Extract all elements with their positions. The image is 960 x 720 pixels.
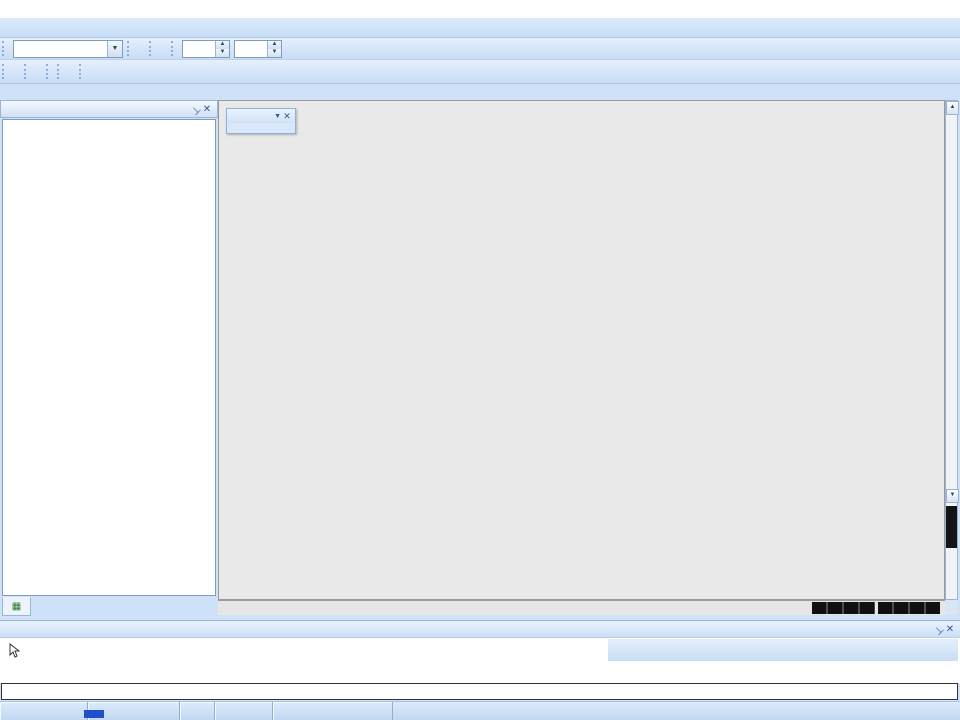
snap-toolbar bbox=[608, 639, 958, 661]
close-icon[interactable]: ✕ bbox=[281, 111, 293, 122]
scale-spinner[interactable]: ▲▼ bbox=[182, 40, 230, 58]
view-toolbox[interactable]: ▼ ✕ bbox=[226, 108, 296, 134]
strip-scroll-right[interactable] bbox=[798, 602, 811, 615]
menubaum-panel-header[interactable]: ⊤ ✕ bbox=[0, 100, 218, 118]
view-toolbox-header[interactable]: ▼ ✕ bbox=[227, 109, 295, 123]
status-plane[interactable] bbox=[215, 702, 273, 720]
toolbar-overflow[interactable] bbox=[33, 62, 44, 82]
toolbar-overflow[interactable] bbox=[11, 62, 22, 82]
status-bar bbox=[0, 701, 960, 720]
count-spinner[interactable]: ▲▼ bbox=[234, 40, 282, 58]
toolbar-grip[interactable] bbox=[2, 41, 9, 56]
standard-toolbar: ▼ ▲▼ ▲▼ bbox=[0, 38, 960, 60]
modelling-toolbar bbox=[0, 60, 960, 84]
project-selector-combobox[interactable]: ▼ bbox=[13, 40, 123, 58]
status-progress-indicator bbox=[84, 710, 104, 718]
scrollbar-corner bbox=[945, 600, 958, 615]
scroll-up-icon[interactable]: ▲ bbox=[946, 101, 959, 115]
spinner-down-icon[interactable]: ▼ bbox=[216, 49, 229, 57]
toolbar-grip[interactable] bbox=[46, 64, 53, 79]
toolbar-grip[interactable] bbox=[24, 64, 31, 79]
vertical-scrollbar[interactable]: ▲ ▼ bbox=[945, 100, 958, 600]
combobox-dropdown-icon[interactable]: ▼ bbox=[107, 41, 122, 57]
toolbar-grip[interactable] bbox=[171, 41, 178, 56]
toolbar-overflow[interactable] bbox=[66, 62, 77, 82]
horizontal-scrollbar-block[interactable] bbox=[812, 602, 875, 614]
spinner-up-icon[interactable]: ▲ bbox=[216, 41, 229, 49]
toolbar-grip[interactable] bbox=[79, 64, 86, 79]
status-state bbox=[273, 702, 393, 720]
status-units[interactable] bbox=[180, 702, 215, 720]
menu-bar bbox=[0, 18, 960, 38]
toolbar-grip[interactable] bbox=[57, 64, 64, 79]
strip-scroll-left[interactable] bbox=[218, 602, 231, 615]
toolbar-grip[interactable] bbox=[2, 64, 9, 79]
command-input[interactable] bbox=[1, 683, 958, 700]
toolbar-grip[interactable] bbox=[127, 41, 134, 56]
command-cursor-icon bbox=[8, 643, 20, 661]
menu-tree bbox=[2, 119, 216, 596]
scroll-down-icon[interactable]: ▼ bbox=[946, 489, 959, 503]
title-bar bbox=[0, 0, 960, 18]
status-segment-blank bbox=[0, 702, 88, 720]
chevron-down-icon[interactable]: ▼ bbox=[274, 113, 281, 120]
viewport-bottom-strip bbox=[218, 600, 945, 615]
spinner-up-icon[interactable]: ▲ bbox=[268, 41, 281, 49]
menubaum-tab[interactable]: ▦ bbox=[2, 597, 31, 616]
horizontal-scrollbar-block[interactable] bbox=[878, 602, 940, 614]
command-panel-header[interactable]: ⊤ ✕ bbox=[0, 620, 960, 637]
toolbar-overflow[interactable] bbox=[136, 39, 147, 59]
toolbar-overflow[interactable] bbox=[158, 39, 169, 59]
model-viewport[interactable] bbox=[218, 100, 945, 600]
toolbar-grip[interactable] bbox=[149, 41, 156, 56]
scale-spinner-value bbox=[183, 41, 215, 57]
toolbar-overflow[interactable] bbox=[284, 39, 295, 59]
layers-tab-icon: ▦ bbox=[12, 601, 21, 612]
spinner-down-icon[interactable]: ▼ bbox=[268, 49, 281, 57]
scrollbar-thumb[interactable] bbox=[946, 506, 957, 548]
count-spinner-value bbox=[235, 41, 267, 57]
model-canvas[interactable] bbox=[218, 100, 945, 600]
